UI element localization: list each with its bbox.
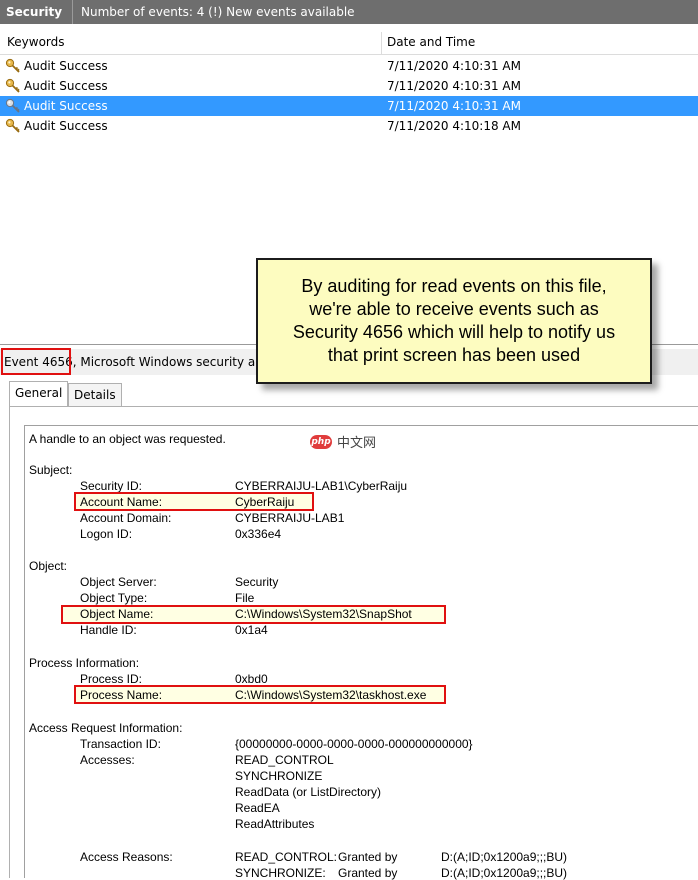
process-id-label: Process ID: [80, 672, 143, 686]
event-description[interactable]: A handle to an object was requested. Sub… [24, 425, 698, 880]
event-datetime: 7/11/2020 4:10:18 AM [387, 119, 521, 133]
handle-id-label: Handle ID: [80, 623, 137, 637]
event-keyword: Audit Success [24, 59, 108, 73]
callout-line: that print screen has been used [327, 345, 581, 365]
transaction-id-value: {00000000-0000-0000-0000-000000000000} [235, 737, 473, 751]
tab-general[interactable]: General [9, 381, 69, 406]
accesses-label: Accesses: [80, 753, 135, 767]
callout-line: By auditing for read events on this file… [301, 276, 607, 296]
column-datetime[interactable]: Date and Time [387, 35, 475, 49]
key-icon [5, 58, 20, 73]
process-name-label: Process Name: [80, 688, 163, 702]
key-icon [5, 98, 20, 113]
event-count-text: Number of events: 4 (!) New events avail… [81, 5, 355, 19]
event-row[interactable]: Audit Success 7/11/2020 4:10:18 AM [0, 116, 698, 136]
process-name-value: C:\Windows\System32\taskhost.exe [235, 688, 427, 702]
event-id-highlight [1, 348, 71, 375]
security-id-value: CYBERRAIJU-LAB1\CyberRaiju [235, 479, 408, 493]
object-name-label: Object Name: [80, 607, 154, 621]
watermark: php 中文网 [310, 432, 376, 451]
object-header: Object: [29, 559, 68, 573]
process-header: Process Information: [29, 656, 140, 670]
account-domain-label: Account Domain: [80, 511, 172, 525]
access-reasons-label: Access Reasons: [80, 850, 173, 864]
reason-right: SYNCHRONIZE: [235, 866, 326, 880]
transaction-id-label: Transaction ID: [80, 737, 161, 751]
key-icon [5, 78, 20, 93]
watermark-text: 中文网 [337, 436, 377, 451]
annotation-callout: By auditing for read events on this file… [256, 258, 652, 384]
event-datetime: 7/11/2020 4:10:31 AM [387, 79, 521, 93]
event-row[interactable]: Audit Success 7/11/2020 4:10:31 AM [0, 76, 698, 96]
account-domain-value: CYBERRAIJU-LAB1 [235, 511, 345, 525]
reason-sddl: D:(A;ID;0x1200a9;;;BU) [441, 866, 568, 880]
watermark-badge: php [310, 434, 332, 449]
log-header-bar: Security Number of events: 4 (!) New eve… [0, 0, 698, 24]
column-header: Keywords Date and Time [0, 32, 698, 55]
column-divider[interactable] [381, 32, 382, 54]
log-title: Security [6, 5, 63, 19]
logon-id-value: 0x336e4 [235, 527, 282, 541]
event-datetime: 7/11/2020 4:10:31 AM [387, 99, 521, 113]
object-type-value: File [235, 591, 255, 605]
header-divider [72, 0, 74, 24]
logon-id-label: Logon ID: [80, 527, 133, 541]
object-type-label: Object Type: [80, 591, 148, 605]
access-item: ReadData (or ListDirectory) [235, 785, 382, 799]
event-source: Microsoft Windows security aud [76, 355, 271, 369]
subject-header: Subject: [29, 463, 73, 477]
reason-status: Granted by [338, 866, 398, 880]
process-id-value: 0xbd0 [235, 672, 268, 686]
access-header: Access Request Information: [29, 721, 183, 735]
event-keyword: Audit Success [24, 79, 108, 93]
access-item: ReadAttributes [235, 817, 315, 831]
reason-sddl: D:(A;ID;0x1200a9;;;BU) [441, 850, 568, 864]
tab-details[interactable]: Details [68, 383, 122, 406]
callout-line: we're able to receive events such as [309, 299, 599, 319]
access-item: ReadEA [235, 801, 280, 815]
access-item: READ_CONTROL [235, 753, 334, 767]
security-id-label: Security ID: [80, 479, 143, 493]
handle-id-value: 0x1a4 [235, 623, 268, 637]
reason-status: Granted by [338, 850, 398, 864]
key-icon [5, 118, 20, 133]
object-server-label: Object Server: [80, 575, 157, 589]
callout-line: Security 4656 which will help to notify … [292, 322, 616, 342]
description-intro: A handle to an object was requested. [29, 432, 226, 446]
event-keyword: Audit Success [24, 99, 108, 113]
account-name-label: Account Name: [80, 495, 163, 509]
account-name-value: CyberRaiju [235, 495, 295, 509]
column-keywords[interactable]: Keywords [7, 35, 65, 49]
object-name-value: C:\Windows\System32\SnapShot [235, 607, 412, 621]
reason-right: READ_CONTROL: [235, 850, 338, 864]
event-row-selected[interactable]: Audit Success 7/11/2020 4:10:31 AM [0, 96, 698, 116]
access-item: SYNCHRONIZE [235, 769, 323, 783]
object-server-value: Security [235, 575, 279, 589]
event-datetime: 7/11/2020 4:10:31 AM [387, 59, 521, 73]
event-keyword: Audit Success [24, 119, 108, 133]
event-row[interactable]: Audit Success 7/11/2020 4:10:31 AM [0, 56, 698, 76]
